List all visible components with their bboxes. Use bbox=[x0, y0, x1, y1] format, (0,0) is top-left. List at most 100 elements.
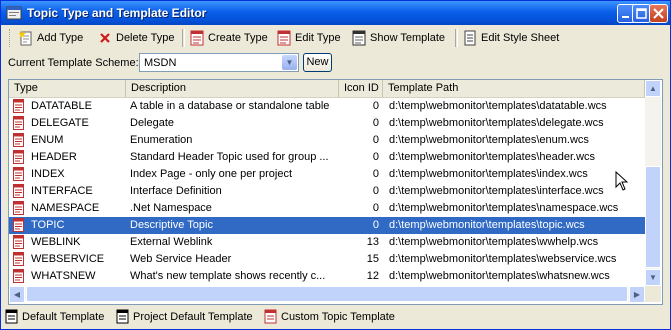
create-type-button[interactable]: Create Type bbox=[190, 28, 268, 48]
edit-type-button[interactable]: Edit Type bbox=[277, 28, 341, 48]
vertical-scroll-thumb[interactable] bbox=[645, 166, 661, 268]
edit-document-icon bbox=[277, 30, 291, 46]
cell-description: A table in a database or standalone tabl… bbox=[130, 100, 330, 112]
template-document-icon bbox=[13, 99, 24, 113]
cell-icon-id: 15 bbox=[366, 253, 379, 265]
cell-template-path: d:\temp\webmonitor\templates\index.wcs bbox=[389, 168, 588, 180]
cell-type: ENUM bbox=[31, 134, 64, 146]
cell-icon-id: 0 bbox=[372, 134, 379, 146]
toolbar-grip[interactable] bbox=[9, 29, 13, 47]
scroll-up-button[interactable]: ▲ bbox=[645, 80, 661, 97]
cell-description: Index Page - only one per project bbox=[130, 168, 293, 180]
cell-description: Interface Definition bbox=[130, 185, 222, 197]
delete-x-icon bbox=[100, 33, 110, 43]
cell-type: DELEGATE bbox=[31, 117, 89, 129]
toolbar-separator bbox=[455, 29, 458, 47]
cell-template-path: d:\temp\webmonitor\templates\webservice.… bbox=[389, 253, 617, 265]
template-document-icon bbox=[13, 133, 24, 147]
delete-type-label: Delete Type bbox=[116, 32, 175, 44]
title-bar[interactable]: Topic Type and Template Editor bbox=[1, 1, 670, 25]
cell-icon-id: 13 bbox=[366, 236, 379, 248]
column-header-template-path[interactable]: Template Path bbox=[383, 80, 645, 97]
maximize-icon bbox=[636, 8, 647, 19]
cell-description: .Net Namespace bbox=[130, 202, 212, 214]
scheme-value: MSDN bbox=[144, 57, 177, 69]
default-template-icon bbox=[5, 309, 18, 324]
cell-template-path: d:\temp\webmonitor\templates\whatsnew.wc… bbox=[389, 270, 610, 282]
app-icon bbox=[6, 6, 22, 20]
cell-type: WEBLINK bbox=[31, 236, 81, 248]
show-template-button[interactable]: Show Template bbox=[352, 28, 445, 48]
cell-template-path: d:\temp\webmonitor\templates\topic.wcs bbox=[389, 219, 585, 231]
cell-type: WEBSERVICE bbox=[31, 253, 105, 265]
template-scheme-row: Current Template Scheme: MSDN ▼ New bbox=[1, 51, 670, 75]
table-row[interactable]: ENUM Enumeration 0 d:\temp\webmonitor\templ… bbox=[9, 132, 645, 149]
legend-custom-label: Custom Topic Template bbox=[281, 310, 395, 323]
edit-style-sheet-button[interactable]: Edit Style Sheet bbox=[463, 28, 559, 48]
close-button[interactable] bbox=[649, 4, 668, 23]
scroll-down-button[interactable]: ▼ bbox=[645, 269, 661, 286]
cell-icon-id: 0 bbox=[372, 168, 379, 180]
horizontal-scrollbar[interactable]: ◀ ▶ bbox=[9, 286, 645, 303]
table-row[interactable]: WEBSERVICE Web Service Header 15 d:\temp\we… bbox=[9, 251, 645, 268]
create-type-label: Create Type bbox=[208, 32, 268, 44]
template-document-icon bbox=[13, 184, 24, 198]
table-row[interactable]: DELEGATE Delegate 0 d:\temp\webmonitor\temp… bbox=[9, 115, 645, 132]
horizontal-scroll-thumb[interactable] bbox=[26, 286, 628, 302]
legend-default-template: Default Template bbox=[5, 309, 104, 324]
cell-icon-id: 0 bbox=[372, 100, 379, 112]
template-legend: Default Template Project Default Templat… bbox=[1, 305, 670, 327]
add-type-button[interactable]: Add Type bbox=[19, 28, 83, 48]
scroll-right-button[interactable]: ▶ bbox=[629, 286, 645, 303]
delete-type-button[interactable]: Delete Type bbox=[98, 28, 175, 48]
vertical-scrollbar[interactable]: ▲ ▼ bbox=[645, 80, 661, 286]
edit-style-sheet-label: Edit Style Sheet bbox=[481, 32, 560, 44]
cell-type: WHATSNEW bbox=[31, 270, 96, 282]
column-header-type[interactable]: Type bbox=[9, 80, 126, 97]
cell-template-path: d:\temp\webmonitor\templates\datatable.w… bbox=[389, 100, 607, 112]
cell-icon-id: 0 bbox=[372, 151, 379, 163]
template-document-icon bbox=[13, 116, 24, 130]
new-scheme-button[interactable]: New bbox=[303, 53, 332, 72]
cell-template-path: d:\temp\webmonitor\templates\delegate.wc… bbox=[389, 117, 604, 129]
column-header-icon-id[interactable]: Icon ID bbox=[339, 80, 383, 97]
project-template-icon bbox=[116, 309, 129, 324]
cell-icon-id: 0 bbox=[372, 117, 379, 129]
template-document-icon bbox=[13, 167, 24, 181]
table-row[interactable]: WEBLINK External Weblink 13 d:\temp\webmoni… bbox=[9, 234, 645, 251]
template-document-icon bbox=[13, 201, 24, 215]
table-row[interactable]: INDEX Index Page - only one per project 0 d… bbox=[9, 166, 645, 183]
cell-type: HEADER bbox=[31, 151, 77, 163]
cell-type: TOPIC bbox=[31, 219, 65, 231]
template-document-icon bbox=[13, 269, 24, 283]
cell-type: INDEX bbox=[31, 168, 65, 180]
table-row[interactable]: INTERFACE Interface Definition 0 d:\temp\we… bbox=[9, 183, 645, 200]
stylesheet-icon bbox=[464, 30, 476, 46]
cell-template-path: d:\temp\webmonitor\templates\enum.wcs bbox=[389, 134, 589, 146]
table-row[interactable]: NAMESPACE .Net Namespace 0 d:\temp\webmonit… bbox=[9, 200, 645, 217]
table-row[interactable]: WHATSNEW What's new template shows recent… bbox=[9, 268, 645, 285]
cell-template-path: d:\temp\webmonitor\templates\wwhelp.wcs bbox=[389, 236, 599, 248]
toolbar-separator bbox=[182, 29, 185, 47]
edit-type-label: Edit Type bbox=[295, 32, 341, 44]
cell-icon-id: 0 bbox=[372, 202, 379, 214]
cell-description: What's new template shows recently c... bbox=[130, 270, 326, 282]
template-document-icon bbox=[13, 150, 24, 164]
show-template-label: Show Template bbox=[370, 32, 446, 44]
topic-type-list[interactable]: Type Description Icon ID Template Path D… bbox=[8, 79, 663, 305]
scroll-left-button[interactable]: ◀ bbox=[9, 286, 25, 303]
cell-icon-id: 0 bbox=[372, 219, 379, 231]
column-header-description[interactable]: Description bbox=[126, 80, 339, 97]
cell-template-path: d:\temp\webmonitor\templates\header.wcs bbox=[389, 151, 596, 163]
table-row[interactable]: TOPIC Descriptive Topic 0 d:\temp\webmonito… bbox=[9, 217, 645, 234]
template-document-icon bbox=[13, 218, 24, 232]
legend-custom-topic-template: Custom Topic Template bbox=[264, 309, 395, 324]
close-icon bbox=[653, 8, 664, 19]
cell-icon-id: 12 bbox=[366, 270, 379, 282]
window-title: Topic Type and Template Editor bbox=[27, 6, 207, 20]
list-header: Type Description Icon ID Template Path bbox=[9, 80, 645, 98]
table-row[interactable]: HEADER Standard Header Topic used for gro… bbox=[9, 149, 645, 166]
chevron-down-icon[interactable]: ▼ bbox=[282, 55, 297, 70]
table-row[interactable]: DATATABLE A table in a database or standa… bbox=[9, 98, 645, 115]
scheme-dropdown[interactable]: MSDN ▼ bbox=[139, 53, 299, 72]
